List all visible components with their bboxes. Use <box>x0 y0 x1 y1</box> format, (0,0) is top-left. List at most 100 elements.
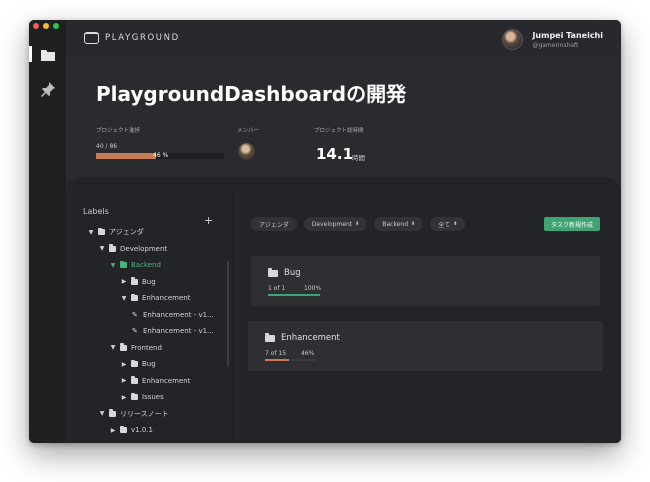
tree-item-label: Development <box>120 244 168 253</box>
caret-down-icon[interactable]: ▼ <box>99 410 105 417</box>
hours-unit: 時間 <box>352 154 365 162</box>
folder-icon <box>268 268 278 277</box>
hours-value: 14.1 <box>316 145 354 163</box>
minimize-window-button[interactable] <box>43 23 49 29</box>
filter-chip-label[interactable]: アジェンダ <box>251 217 297 231</box>
card-title: Bug <box>268 268 301 278</box>
progress-count: 40 / 86 <box>96 143 118 150</box>
avatar[interactable] <box>502 29 524 50</box>
caret-down-icon[interactable]: ▼ <box>110 344 116 351</box>
folder-icon <box>131 293 138 301</box>
card-progress-bar <box>268 294 320 296</box>
card-progress-fill <box>268 294 320 296</box>
filter-chip-label: Backend <box>382 220 409 228</box>
tree-item-enhancement[interactable]: ▶ Enhancement <box>121 374 190 388</box>
caret-right-icon[interactable]: ▶ <box>121 394 127 401</box>
user-menu[interactable]: Jumpei Taneichi @gamerinshaft <box>502 29 603 50</box>
caret-right-icon[interactable]: ▶ <box>121 377 127 384</box>
top-bar: PLAYGROUND Jumpei Taneichi @gamerinshaft <box>66 20 621 56</box>
tree-item-enhancement[interactable]: ▼ Enhancement <box>121 291 190 305</box>
card-title-text: Bug <box>284 268 301 278</box>
filter-chip-backend[interactable]: Backend ⬍ <box>374 217 424 231</box>
user-name: Jumpei Taneichi <box>532 30 603 40</box>
maximize-window-button[interactable] <box>53 23 59 29</box>
pencil-icon: ✎ <box>132 310 138 319</box>
folder-icon <box>120 425 127 433</box>
folder-icon <box>265 333 275 342</box>
tree-item-label: Enhancement - v1... <box>143 310 214 319</box>
card-progress-bar <box>265 359 317 361</box>
close-window-button[interactable] <box>33 23 39 29</box>
add-label-button[interactable]: + <box>204 214 213 227</box>
filter-chip-label: 全て <box>438 221 451 229</box>
tree-item-bug[interactable]: ▶ Bug <box>121 275 156 289</box>
caret-down-icon[interactable]: ▼ <box>99 245 105 252</box>
tree-item-label: Frontend <box>131 343 162 352</box>
card-percent: 46% <box>301 350 315 357</box>
tree-item-enhancement-v1[interactable]: ✎ Enhancement - v1... <box>132 324 214 338</box>
card-percent: 100% <box>304 285 322 292</box>
member-avatar[interactable] <box>238 143 255 160</box>
filter-chip-development[interactable]: Development ⬍ <box>303 217 368 231</box>
label-card-enhancement[interactable]: Enhancement 7 of 15 46% <box>248 321 603 371</box>
pin-icon[interactable] <box>40 81 56 97</box>
caret-down-icon[interactable]: ▼ <box>110 262 116 269</box>
app-logo[interactable]: PLAYGROUND <box>84 32 180 44</box>
card-count: 7 of 15 <box>265 350 287 357</box>
window-controls <box>33 23 59 29</box>
tree-item-issues[interactable]: ▶ Issues <box>121 390 164 404</box>
tree-item-label[interactable]: ▼ アジェンダ <box>88 225 144 239</box>
label-card-bug[interactable]: Bug 1 of 1 100% <box>251 256 600 306</box>
card-count: 1 of 1 <box>268 285 286 292</box>
new-task-button[interactable]: タスク新規作成 <box>543 217 600 231</box>
filter-chip-label[interactable]: 全て ⬍ <box>430 217 466 231</box>
pencil-icon: ✎ <box>132 327 138 335</box>
sidebar-scrollbar[interactable] <box>227 261 229 367</box>
tree-item-label: Enhancement - v1... <box>143 327 214 335</box>
content-panel: Labels + ▼ アジェンダ ▼ Development ▼ Backend ▶ Bug ▼… <box>66 177 621 443</box>
tree-item-label: Bug <box>142 277 156 286</box>
tree-item-label[interactable]: ▼ リリースノート <box>99 407 169 421</box>
filter-chip-label: アジェンダ <box>259 221 289 229</box>
tree-item-label: Enhancement <box>142 376 191 385</box>
tree-item-development[interactable]: ▼ Development <box>99 242 167 256</box>
card-title: Enhancement <box>265 333 340 343</box>
members-label: メンバー <box>237 128 260 134</box>
icon-rail <box>29 20 66 443</box>
folder-icon <box>131 392 138 400</box>
caret-down-icon[interactable]: ▼ <box>121 295 127 302</box>
tree-item-enhancement-v1[interactable]: ✎ Enhancement - v1... <box>132 308 214 322</box>
caret-right-icon[interactable]: ▶ <box>121 361 127 368</box>
tree-item-label: Backend <box>131 261 161 269</box>
progress-percent: 46 % <box>153 152 169 159</box>
page-title: PlaygroundDashboardの開発 <box>96 82 407 106</box>
caret-down-icon[interactable]: ▼ <box>88 229 94 236</box>
tree-item-bug[interactable]: ▶ Bug <box>121 357 156 371</box>
app-window: PLAYGROUND Jumpei Taneichi @gamerinshaft… <box>29 20 621 443</box>
tree-item-label: Enhancement <box>142 294 191 302</box>
folder-icon[interactable] <box>40 47 56 63</box>
tree-item-backend[interactable]: ▼ Backend <box>110 258 161 272</box>
folder-icon <box>98 227 105 235</box>
caret-right-icon[interactable]: ▶ <box>110 427 116 434</box>
project-progress-fill <box>96 153 156 159</box>
card-title-text: Enhancement <box>281 333 340 343</box>
folder-icon <box>120 343 127 351</box>
logo-text: PLAYGROUND <box>105 33 180 43</box>
active-indicator <box>29 46 32 62</box>
folder-icon <box>109 244 116 252</box>
filter-chip-label: Development <box>311 220 353 228</box>
progress-label: プロジェクト進捗 <box>96 128 141 134</box>
tree-item-frontend[interactable]: ▼ Frontend <box>110 341 162 355</box>
filter-bar: アジェンダ Development ⬍ Backend ⬍ 全て ⬍ <box>251 217 466 231</box>
tree-item-label: リリースノート <box>120 409 169 418</box>
user-handle: @gamerinshaft <box>532 41 579 49</box>
tree-item-v1-0-1[interactable]: ▶ v1.0.1 <box>110 423 153 437</box>
caret-right-icon[interactable]: ▶ <box>121 278 127 285</box>
folder-icon <box>131 359 138 367</box>
card-progress-fill <box>265 359 289 361</box>
panel-divider <box>232 191 233 443</box>
labels-heading: Labels <box>83 207 109 216</box>
sort-icon: ⬍ <box>355 221 360 227</box>
folder-icon <box>131 277 138 285</box>
